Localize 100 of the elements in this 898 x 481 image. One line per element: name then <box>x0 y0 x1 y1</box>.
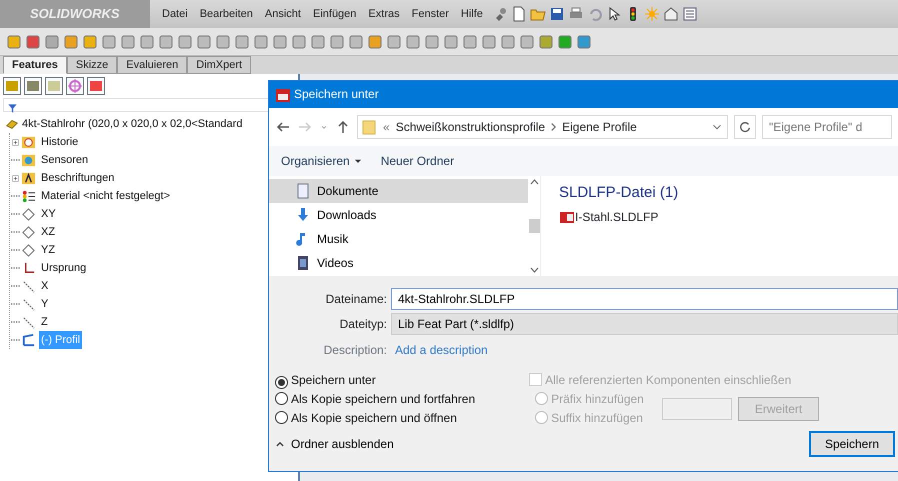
feature-tool-icon[interactable] <box>367 34 383 50</box>
radio-option[interactable]: Als Kopie speichern und fortfahren <box>275 390 476 409</box>
breadcrumb[interactable]: Eigene Profile <box>562 118 637 136</box>
axis-icon <box>21 278 36 294</box>
list-icon[interactable] <box>682 6 698 22</box>
feature-tool-icon[interactable] <box>405 34 421 50</box>
file-type-dropdown[interactable]: Lib Feat Part (*.sldlfp) <box>391 313 898 335</box>
feature-tool-icon[interactable] <box>177 34 193 50</box>
tab[interactable]: DimXpert <box>187 56 252 74</box>
scroll-thumb[interactable] <box>528 219 540 233</box>
feature-tool-icon[interactable] <box>443 34 459 50</box>
tab[interactable]: Features <box>3 56 67 74</box>
breadcrumb[interactable]: Schweißkonstruktionsprofile <box>396 118 546 136</box>
feature-tool-icon[interactable] <box>139 34 155 50</box>
save-button[interactable]: Speichern <box>808 431 895 457</box>
feature-tool-icon[interactable] <box>348 34 364 50</box>
app-icon <box>275 86 291 102</box>
filename-field[interactable]: 4kt-Stahlrohr.SLDLFP <box>391 288 898 310</box>
tree-item[interactable]: Beschriftungen <box>39 169 116 187</box>
menu-item[interactable]: Extras <box>362 0 406 28</box>
feature-tool-icon[interactable] <box>120 34 136 50</box>
save-icon[interactable] <box>548 6 565 22</box>
tree-item[interactable]: YZ <box>39 241 58 259</box>
feature-tool-icon[interactable] <box>481 34 497 50</box>
annotation-folder-icon <box>21 170 36 186</box>
checkbox-option: Alle referenzierten Komponenten einschließen <box>529 371 820 390</box>
appearance-icon <box>88 78 104 94</box>
feature-tool-icon[interactable] <box>25 34 41 50</box>
feature-tool-icon[interactable] <box>63 34 79 50</box>
file-item[interactable]: I-Stahl.SLDLFP <box>559 208 898 226</box>
feature-tool-icon[interactable] <box>500 34 516 50</box>
scroll-up-icon[interactable] <box>530 179 538 185</box>
refresh-icon <box>738 120 752 134</box>
document-icon <box>295 183 311 199</box>
field-label: Description: <box>322 342 388 359</box>
tree-item[interactable]: Material <nicht festgelegt> <box>39 187 172 205</box>
feature-tool-icon[interactable] <box>519 34 535 50</box>
hide-folders-button[interactable]: Ordner ausblenden <box>275 435 394 453</box>
panel-tab[interactable] <box>66 77 84 95</box>
address-bar[interactable]: « Schweißkonstruktionsprofile Eigene Profile <box>357 115 728 139</box>
target-icon <box>67 78 83 94</box>
property-icon <box>25 78 41 94</box>
feature-tool-icon[interactable] <box>6 34 22 50</box>
feature-tool-icon[interactable] <box>44 34 60 50</box>
feature-tool-icon[interactable] <box>196 34 212 50</box>
panel-tab[interactable] <box>87 77 105 95</box>
description-link[interactable]: Add a description <box>391 341 488 359</box>
tree-item[interactable]: Historie <box>39 133 80 151</box>
feature-tool-icon[interactable] <box>310 34 326 50</box>
feature-tool-icon[interactable] <box>158 34 174 50</box>
command-button[interactable]: Neuer Ordner <box>380 152 454 170</box>
feature-tool-icon[interactable] <box>253 34 269 50</box>
refresh-button[interactable] <box>734 115 756 139</box>
feature-tool-icon[interactable] <box>291 34 307 50</box>
menu-item[interactable]: Hilfe <box>454 0 489 28</box>
tree-item[interactable]: Z <box>39 313 50 331</box>
breadcrumb-overflow[interactable]: « <box>383 118 390 136</box>
expand-icon[interactable] <box>11 174 20 182</box>
expand-icon[interactable] <box>11 138 20 146</box>
scroll-down-icon[interactable] <box>530 267 538 273</box>
feature-tool-icon[interactable] <box>215 34 231 50</box>
menu-item[interactable]: Fenster <box>406 0 455 28</box>
tree-item[interactable]: Ursprung <box>39 259 88 277</box>
material-icon <box>21 188 36 204</box>
feature-tool-icon[interactable] <box>101 34 117 50</box>
tree-item[interactable]: X <box>39 277 50 295</box>
panel-tab[interactable] <box>24 77 42 95</box>
panel-tab[interactable] <box>45 77 63 95</box>
feature-tool-icon[interactable] <box>576 34 592 50</box>
nav-item[interactable]: Downloads <box>269 203 528 227</box>
tree-item[interactable]: XZ <box>39 223 58 241</box>
feature-tool-icon[interactable] <box>234 34 250 50</box>
menu-item[interactable]: Ansicht <box>258 0 307 28</box>
tree-item[interactable]: Y <box>39 295 50 313</box>
tree-item[interactable]: Sensoren <box>39 151 90 169</box>
tab[interactable]: Evaluieren <box>117 56 188 74</box>
feature-tool-icon[interactable] <box>272 34 288 50</box>
radio-option[interactable]: Als Kopie speichern und öffnen <box>275 409 476 428</box>
menu-item[interactable]: Datei <box>156 0 194 28</box>
menu-item[interactable]: Einfügen <box>306 0 362 28</box>
new-document-icon[interactable] <box>510 6 527 22</box>
panel-tab[interactable] <box>3 77 21 95</box>
radio-option[interactable]: Speichern unter <box>275 371 476 390</box>
tree-item[interactable]: XY <box>39 205 58 223</box>
nav-item[interactable]: Videos <box>269 251 528 275</box>
search-field[interactable]: "Eigene Profile" d <box>762 115 892 139</box>
tree-item[interactable]: 4kt-Stahlrohr (020,0 x 020,0 x 02,0<Standard <box>22 115 242 133</box>
feature-tool-icon[interactable] <box>424 34 440 50</box>
feature-tool-icon[interactable] <box>82 34 98 50</box>
group-header: SLDLFP-Datei (1) <box>559 183 680 203</box>
feature-tool-icon[interactable] <box>386 34 402 50</box>
feature-tool-icon[interactable] <box>557 34 573 50</box>
feature-tool-icon[interactable] <box>462 34 478 50</box>
feature-tool-icon[interactable] <box>329 34 345 50</box>
feature-tool-icon[interactable] <box>538 34 554 50</box>
nav-item[interactable]: Musik <box>269 227 528 251</box>
tab[interactable]: Skizze <box>66 56 118 74</box>
command-button[interactable]: Organisieren <box>281 152 363 170</box>
nav-item[interactable]: Dokumente <box>269 179 528 203</box>
menu-item[interactable]: Bearbeiten <box>194 0 259 28</box>
